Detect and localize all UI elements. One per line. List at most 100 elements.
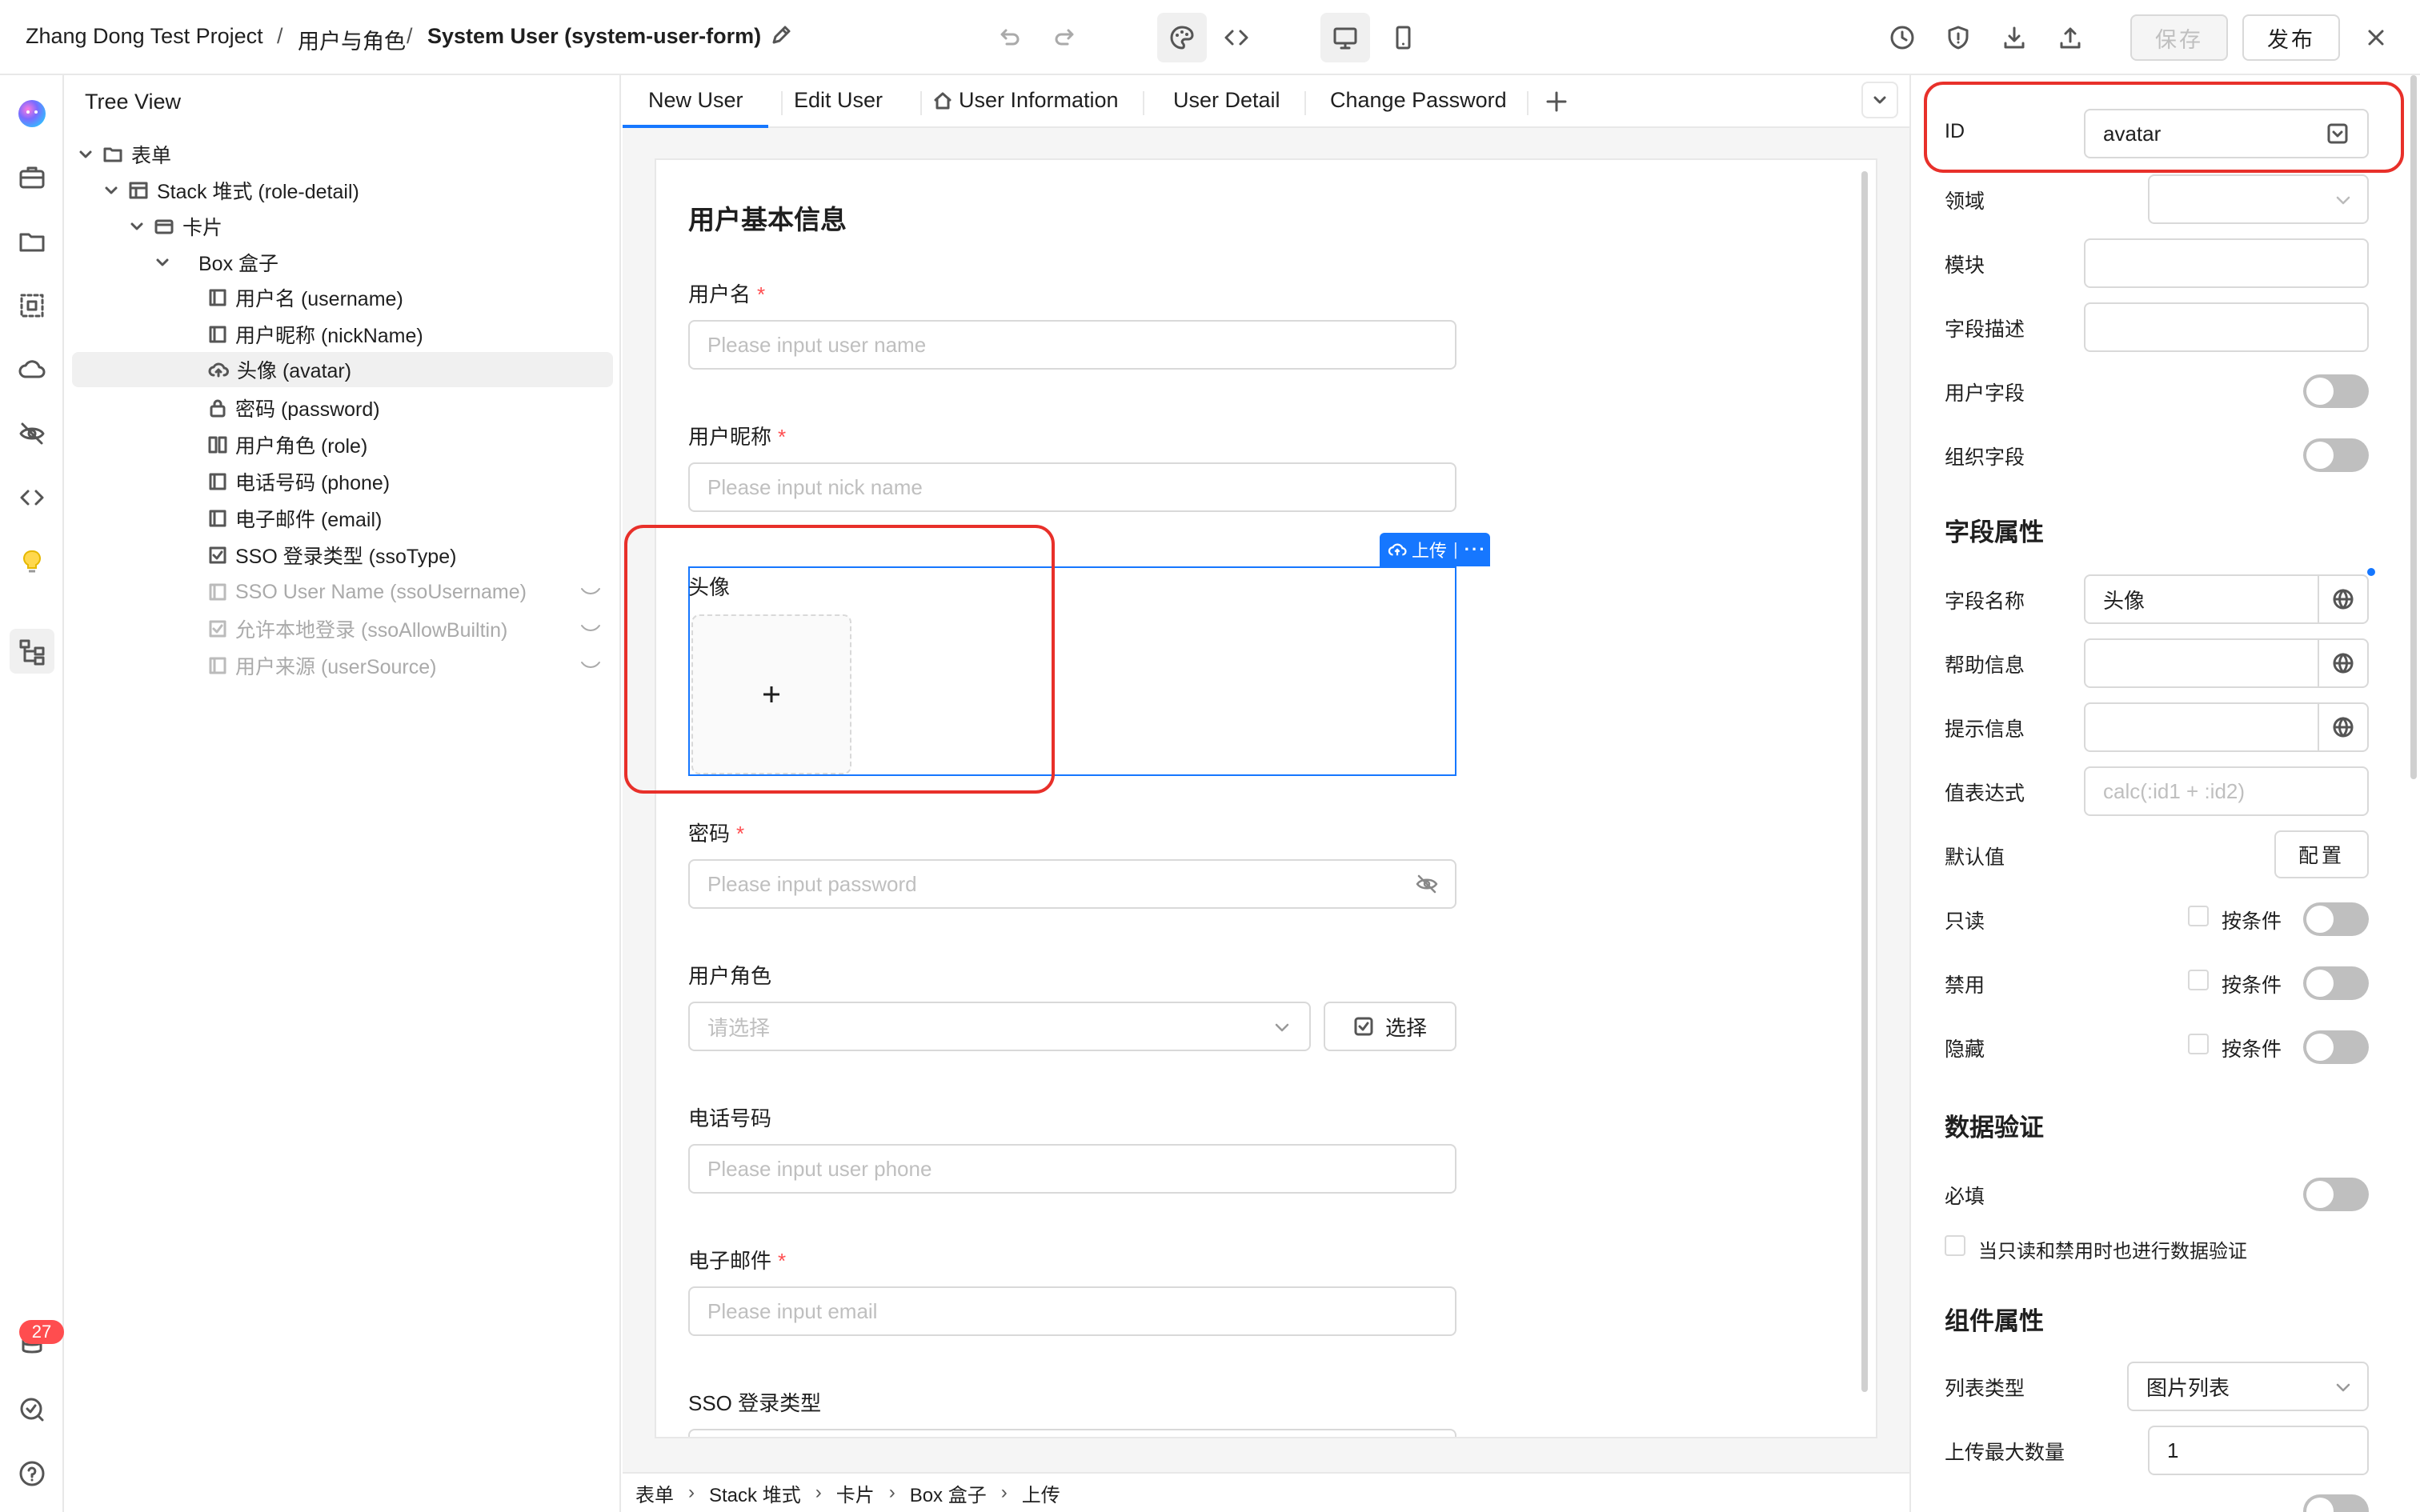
select-area-icon[interactable] <box>14 288 50 323</box>
role-select-button[interactable]: 选择 <box>1324 1002 1456 1051</box>
tab-edit-user[interactable]: Edit User <box>794 88 883 113</box>
tree-view-icon[interactable] <box>10 629 54 674</box>
tab-user-information[interactable]: User Information <box>933 88 1119 113</box>
tree-node[interactable]: SSO 登录类型 (ssoType) <box>208 539 456 571</box>
globe-icon[interactable] <box>2318 576 2367 622</box>
canvas-scrollbar[interactable] <box>1861 171 1868 1392</box>
add-tab-icon[interactable] <box>1543 88 1570 115</box>
tree-node[interactable]: 表单 <box>77 138 171 170</box>
role-select[interactable]: 请选择 <box>688 1002 1311 1051</box>
properties-scrollbar[interactable] <box>2410 75 2417 779</box>
chevron-down-icon[interactable] <box>77 146 94 163</box>
field-desc-input[interactable] <box>2084 302 2369 352</box>
folder-icon[interactable] <box>14 224 50 259</box>
max-upload-input[interactable]: 1 <box>2148 1426 2369 1475</box>
email-input[interactable]: Please input email <box>688 1286 1456 1336</box>
code-icon[interactable] <box>1216 18 1256 58</box>
domain-select[interactable] <box>2148 174 2369 224</box>
upload-dropzone[interactable] <box>691 614 851 774</box>
tree-node[interactable]: 用户角色 (role) <box>208 429 367 461</box>
history-icon[interactable] <box>1882 18 1922 58</box>
breadcrumb-item[interactable]: Box 盒子 <box>910 1479 987 1507</box>
tab-user-detail[interactable]: User Detail <box>1173 88 1280 113</box>
next-option-toggle[interactable] <box>2303 1494 2369 1512</box>
sso-type-input[interactable] <box>688 1429 1456 1437</box>
briefcase-icon[interactable] <box>14 160 50 195</box>
chevron-down-icon[interactable] <box>154 254 171 271</box>
hidden-conditional-checkbox[interactable] <box>2188 1034 2209 1054</box>
ai-assistant-icon[interactable] <box>14 96 50 131</box>
eye-closed-icon[interactable] <box>579 584 602 600</box>
chevron-down-icon[interactable] <box>128 218 146 235</box>
more-icon[interactable]: ··· <box>1464 539 1487 560</box>
globe-icon[interactable] <box>2318 704 2367 750</box>
tree-node[interactable]: 用户名 (username) <box>208 282 403 314</box>
breadcrumb-project[interactable]: Zhang Dong Test Project <box>26 24 263 49</box>
value-expr-input[interactable]: calc(:id1 + :id2) <box>2084 766 2369 816</box>
eye-closed-icon[interactable] <box>579 621 602 637</box>
search-check-icon[interactable] <box>14 1392 50 1427</box>
id-input[interactable]: avatar <box>2084 109 2369 158</box>
list-type-select[interactable]: 图片列表 <box>2127 1362 2369 1411</box>
code-icon[interactable] <box>14 480 50 515</box>
breadcrumb-item[interactable]: 表单 <box>635 1479 674 1507</box>
org-field-toggle[interactable] <box>2303 438 2369 472</box>
readonly-toggle[interactable] <box>2303 902 2369 936</box>
breadcrumb-item[interactable]: 卡片 <box>836 1479 875 1507</box>
tree-node[interactable]: Box 盒子 <box>154 246 278 278</box>
component-toolbar[interactable]: 上传 | ··· <box>1380 533 1490 566</box>
palette-icon[interactable] <box>1157 13 1207 62</box>
tree-node[interactable]: 电子邮件 (email) <box>208 502 382 534</box>
tree-node-hidden[interactable]: 允许本地登录 (ssoAllowBuiltin) <box>208 613 608 645</box>
required-toggle[interactable] <box>2303 1178 2369 1211</box>
tree-node[interactable]: Stack 堆式 (role-detail) <box>102 174 359 206</box>
tab-change-password[interactable]: Change Password <box>1330 88 1507 113</box>
tree-node[interactable]: 密码 (password) <box>208 392 380 424</box>
publish-button[interactable]: 发布 <box>2242 14 2340 61</box>
disabled-toggle[interactable] <box>2303 966 2369 1000</box>
hidden-toggle[interactable] <box>2303 1030 2369 1064</box>
breadcrumb-item[interactable]: Stack 堆式 <box>709 1479 801 1507</box>
dropdown-box-icon[interactable] <box>2326 122 2350 146</box>
tree-node[interactable]: 用户昵称 (nickName) <box>208 318 423 350</box>
shield-icon[interactable] <box>1938 18 1978 58</box>
redo-icon[interactable] <box>1045 18 1085 58</box>
module-input[interactable] <box>2084 238 2369 288</box>
breadcrumb-item[interactable]: 上传 <box>1022 1479 1060 1507</box>
close-icon[interactable] <box>2356 18 2396 58</box>
undo-icon[interactable] <box>989 18 1029 58</box>
edit-pencil-icon[interactable] <box>770 24 792 46</box>
upload-icon[interactable] <box>2050 18 2090 58</box>
breadcrumb-section[interactable]: 用户与角色 <box>298 24 406 55</box>
help-input[interactable] <box>2084 638 2369 688</box>
user-field-toggle[interactable] <box>2303 374 2369 408</box>
tree-node[interactable]: 卡片 <box>128 210 222 242</box>
globe-icon[interactable] <box>2318 640 2367 686</box>
validate-readonly-checkbox[interactable] <box>1945 1235 1965 1256</box>
lightbulb-icon[interactable] <box>14 544 50 579</box>
help-icon[interactable] <box>14 1456 50 1491</box>
avatar-upload-field[interactable]: 头像 上传 | ··· <box>688 533 1490 776</box>
eye-closed-icon[interactable] <box>579 658 602 674</box>
disabled-conditional-checkbox[interactable] <box>2188 970 2209 990</box>
eye-off-icon[interactable] <box>1415 872 1439 896</box>
nickname-input[interactable]: Please input nick name <box>688 462 1456 512</box>
cloud-icon[interactable] <box>14 352 50 387</box>
eye-off-icon[interactable] <box>14 416 50 451</box>
hint-input[interactable] <box>2084 702 2369 752</box>
field-name-input[interactable]: 头像 <box>2084 574 2369 624</box>
phone-input[interactable]: Please input user phone <box>688 1144 1456 1194</box>
username-input[interactable]: Please input user name <box>688 320 1456 370</box>
tabs-dropdown-icon[interactable] <box>1861 82 1898 118</box>
config-button[interactable]: 配置 <box>2274 830 2369 878</box>
tree-node-hidden[interactable]: 用户来源 (userSource) <box>208 650 608 682</box>
desktop-view-icon[interactable] <box>1320 13 1370 62</box>
password-input[interactable]: Please input password <box>688 859 1456 909</box>
save-button[interactable]: 保存 <box>2130 14 2228 61</box>
tree-node-selected[interactable]: 头像 (avatar) <box>72 352 613 387</box>
tree-node[interactable]: 电话号码 (phone) <box>208 466 390 498</box>
download-icon[interactable] <box>1994 18 2034 58</box>
mobile-view-icon[interactable] <box>1383 18 1423 58</box>
chevron-down-icon[interactable] <box>102 182 120 199</box>
tree-node-hidden[interactable]: SSO User Name (ssoUsername) <box>208 576 608 608</box>
